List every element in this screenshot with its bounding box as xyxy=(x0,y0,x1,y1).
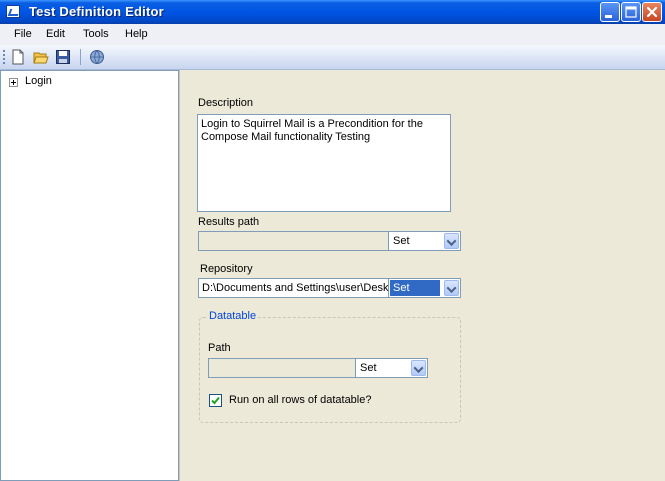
datatable-path-field[interactable] xyxy=(208,358,357,378)
repository-path-field[interactable]: D:\Documents and Settings\user\Deskt xyxy=(198,278,389,298)
close-icon xyxy=(646,6,658,18)
checkmark-icon xyxy=(211,396,220,405)
close-button[interactable] xyxy=(642,2,662,22)
datatable-set-dropdown[interactable]: Set xyxy=(355,358,428,378)
menu-tools[interactable]: Tools xyxy=(83,28,109,40)
window-title: Test Definition Editor xyxy=(29,4,164,19)
maximize-icon xyxy=(625,6,637,18)
help-globe-icon xyxy=(90,50,104,64)
chevron-down-icon[interactable] xyxy=(411,360,426,376)
results-path-field[interactable] xyxy=(198,231,389,251)
tree-node-login[interactable]: Login xyxy=(25,75,52,87)
description-label: Description xyxy=(198,97,254,109)
save-button[interactable] xyxy=(55,49,71,65)
run-all-rows-checkbox[interactable] xyxy=(209,394,222,407)
minimize-icon xyxy=(605,15,612,18)
repository-label: Repository xyxy=(200,263,253,275)
run-all-rows-label[interactable]: Run on all rows of datatable? xyxy=(229,394,371,406)
description-line-2: Compose Mail functionality Testing xyxy=(201,131,371,143)
repository-set-dropdown[interactable]: Set xyxy=(388,278,461,298)
chevron-down-icon[interactable] xyxy=(444,280,459,296)
toolbar-grip[interactable] xyxy=(3,50,5,64)
results-set-dropdown[interactable]: Set xyxy=(388,231,461,251)
results-path-label: Results path xyxy=(198,216,260,228)
maximize-button[interactable] xyxy=(621,2,641,22)
menu-bar: File Edit Tools Help xyxy=(0,24,665,45)
chevron-down-icon[interactable] xyxy=(444,233,459,249)
toolbar-separator xyxy=(80,49,81,65)
minimize-button[interactable] xyxy=(600,2,620,22)
open-button[interactable] xyxy=(33,49,49,65)
toolbar xyxy=(0,45,665,70)
save-disk-icon xyxy=(56,50,70,64)
datatable-set-value: Set xyxy=(360,362,377,374)
open-folder-icon xyxy=(33,52,49,64)
results-set-value: Set xyxy=(393,235,410,247)
menu-edit[interactable]: Edit xyxy=(46,28,65,40)
description-line-1: Login to Squirrel Mail is a Precondition… xyxy=(201,118,423,130)
test-tree-view[interactable]: Login xyxy=(0,70,179,481)
title-bar[interactable]: Test Definition Editor xyxy=(0,0,665,24)
new-document-icon xyxy=(12,49,24,65)
new-button[interactable] xyxy=(10,49,26,65)
app-icon xyxy=(6,5,20,18)
help-button[interactable] xyxy=(89,49,105,65)
repository-set-value: Set xyxy=(390,280,440,296)
datatable-group-title: Datatable xyxy=(207,310,259,322)
menu-help[interactable]: Help xyxy=(125,28,148,40)
datatable-path-label: Path xyxy=(208,342,231,354)
menu-file[interactable]: File xyxy=(14,28,32,40)
panel-splitter[interactable] xyxy=(179,70,186,481)
expand-plus-icon[interactable] xyxy=(9,78,18,87)
description-textarea[interactable]: Login to Squirrel Mail is a Precondition… xyxy=(197,114,451,212)
